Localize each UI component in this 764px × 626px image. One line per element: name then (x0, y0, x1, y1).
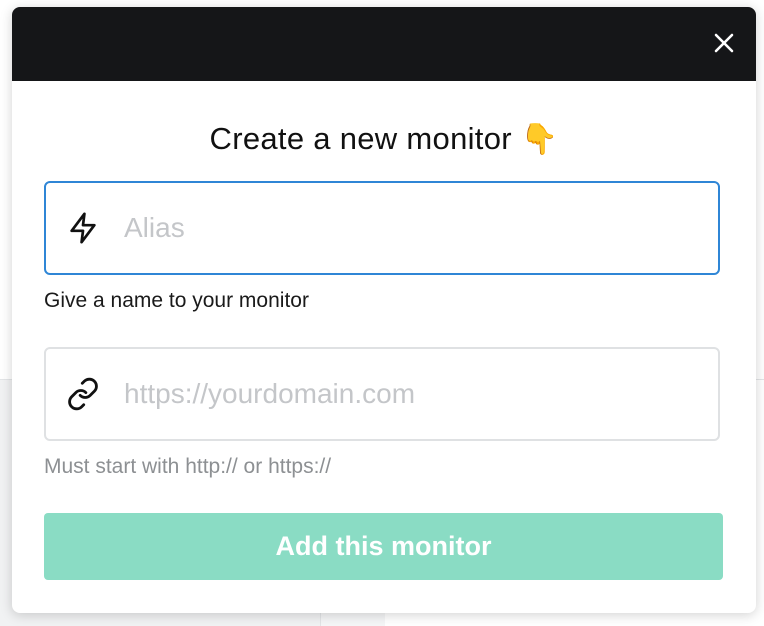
url-input[interactable] (124, 349, 704, 439)
close-icon (714, 33, 734, 53)
alias-field[interactable] (44, 181, 720, 275)
pointing-down-emoji: 👇 (520, 123, 559, 156)
link-icon (68, 377, 98, 411)
create-monitor-modal: Create a new monitor 👇 Give a name to yo… (12, 7, 756, 613)
modal-title-text: Create a new monitor (209, 121, 512, 156)
lightning-bolt-icon (70, 212, 96, 244)
alias-input[interactable] (124, 183, 704, 273)
modal-header (12, 7, 756, 81)
url-field[interactable] (44, 347, 720, 441)
modal-title: Create a new monitor 👇 (12, 121, 756, 157)
close-button[interactable] (710, 29, 738, 57)
alias-helper-text: Give a name to your monitor (44, 289, 309, 312)
url-helper-text: Must start with http:// or https:// (44, 455, 332, 478)
add-monitor-button[interactable]: Add this monitor (44, 513, 723, 580)
